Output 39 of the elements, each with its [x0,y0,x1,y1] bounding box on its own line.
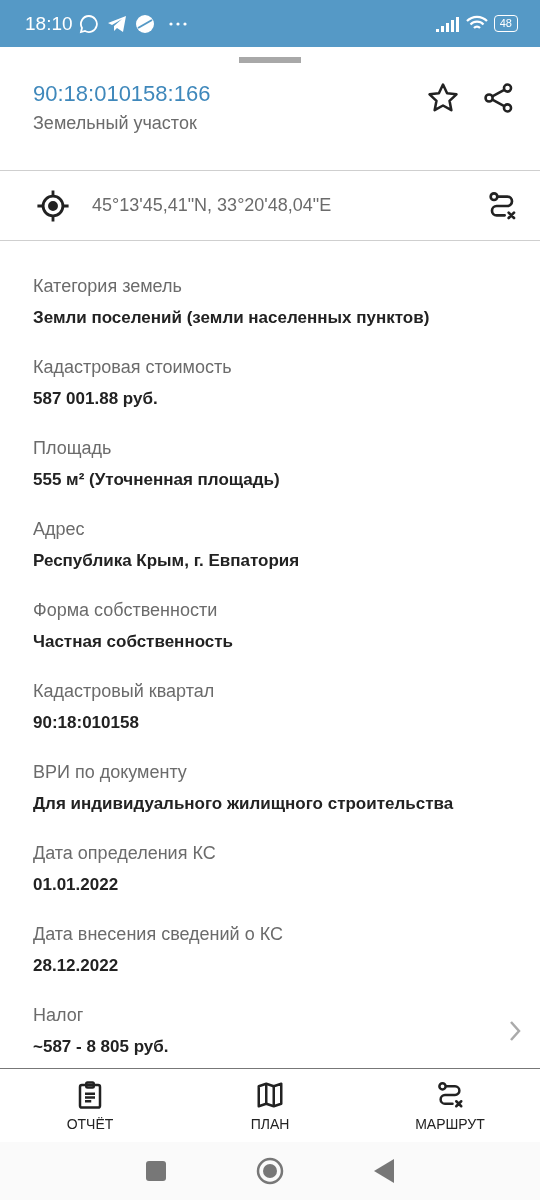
action-button[interactable]: ОТЧЁТ [20,1079,160,1132]
property-value: 587 001.88 руб. [33,388,159,410]
paper-plane-icon [106,14,127,33]
property-label: Кадастровый квартал [33,680,216,703]
favorite-button[interactable] [426,81,460,115]
property-value: 28.12.2022 [33,955,120,977]
object-type: Земельный участок [33,113,198,134]
property-label: Площадь [33,437,113,460]
drag-handle[interactable] [239,57,301,63]
battery-level: 48 [493,15,518,32]
action-button[interactable]: ПЛАН [200,1079,340,1132]
property-value: 01.01.2022 [33,874,120,896]
property-label: Форма собственности [33,599,219,622]
more-icon [168,21,187,26]
property-value: Республика Крым, г. Евпатория [33,550,301,572]
location-target-icon[interactable] [36,188,70,223]
action-button[interactable]: МАРШРУТ [380,1079,520,1132]
property-value: Частная собственность [33,631,235,653]
property-label: ВРИ по документу [33,761,188,784]
back-button[interactable] [374,1159,394,1183]
property-value: 555 м² (Уточненная площадь) [33,469,281,491]
property-value: 90:18:010158 [33,712,140,734]
property-label: Кадастровая стоимость [33,356,233,379]
property-label: Дата определения КС [33,842,217,865]
property-value: Земли поселений (земли населенных пунктов) [33,307,431,329]
chevron-right-icon[interactable] [508,1020,522,1042]
map-icon [255,1079,285,1110]
coordinates: 45°13'45,41"N, 33°20'48,04"E [92,195,333,216]
signal-icon [435,15,460,32]
property-label: Адрес [33,518,86,541]
home-button[interactable] [256,1157,284,1185]
property-value: ~587 - 8 805 руб. [33,1036,170,1058]
chat-icon [78,13,99,34]
property-label: Дата внесения сведений о КС [33,923,284,946]
status-time: 18:10 [25,12,73,35]
property-label: Категория земель [33,275,183,298]
cadastral-number: 90:18:010158:166 [33,81,212,107]
property-label: Налог [33,1004,85,1027]
property-value: Для индивидуального жилищного строительства [33,793,455,815]
